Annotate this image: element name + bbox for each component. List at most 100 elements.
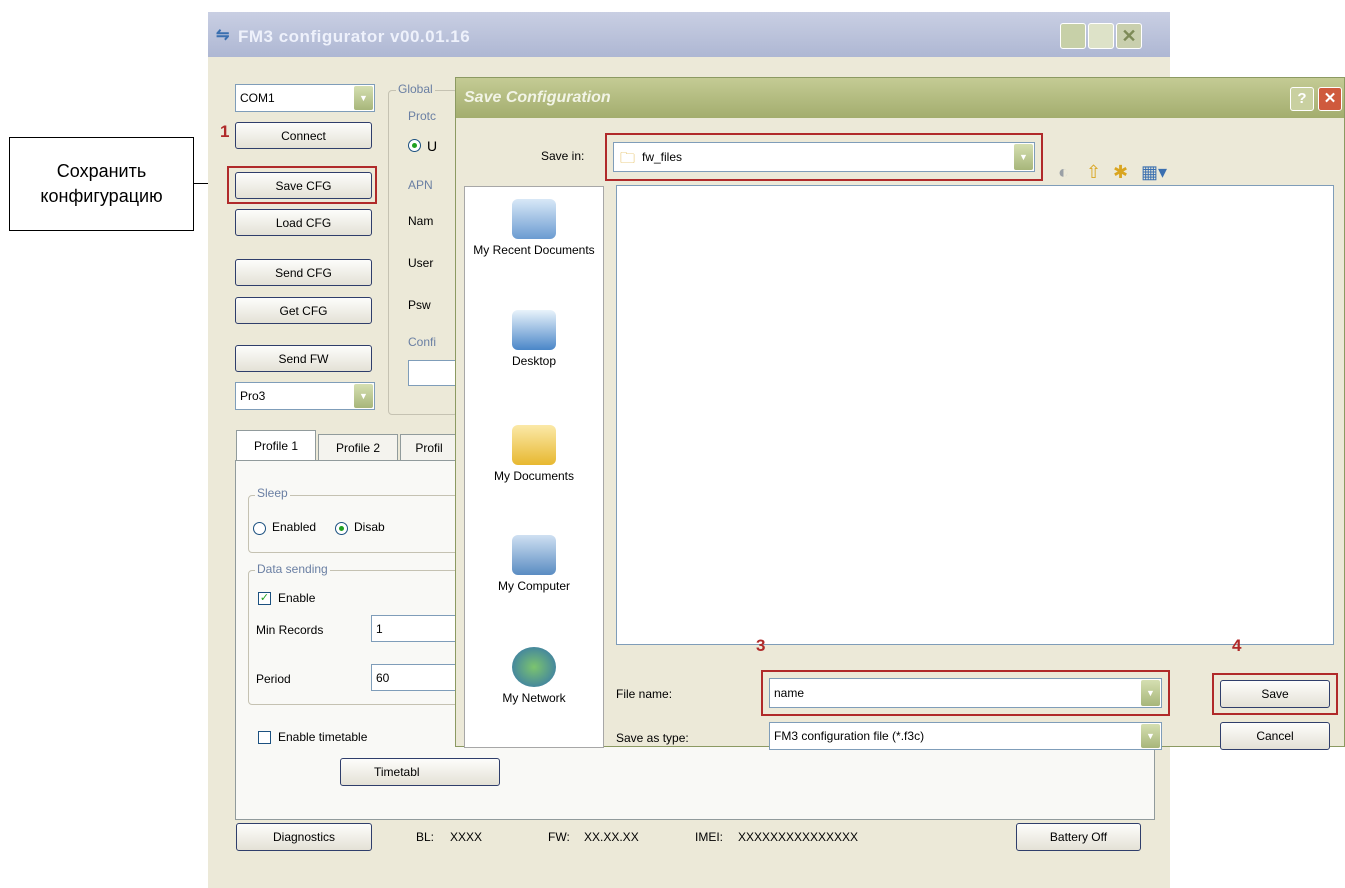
chevron-down-icon: ▼ xyxy=(354,384,373,408)
chevron-down-icon: ▼ xyxy=(1014,144,1033,170)
callout-connector xyxy=(194,183,208,184)
save-in-label: Save in: xyxy=(541,149,585,163)
maximize-button[interactable] xyxy=(1088,23,1114,49)
config-field[interactable] xyxy=(408,360,458,386)
file-name-input[interactable]: name ▼ xyxy=(769,678,1162,708)
file-list[interactable] xyxy=(616,185,1334,645)
dialog-close-icon[interactable]: ✕ xyxy=(1318,87,1342,111)
callout-note: Сохранить конфигурацию xyxy=(9,137,194,231)
fw-value: XX.XX.XX xyxy=(584,830,639,844)
bl-value: XXXX xyxy=(450,830,483,844)
data-sending-enable-label: Enable xyxy=(278,591,316,605)
place-my-network[interactable]: My Network xyxy=(465,647,603,705)
tab-profile-1[interactable]: Profile 1 xyxy=(236,430,316,460)
place-label: My Network xyxy=(502,691,566,705)
port-value: COM1 xyxy=(240,91,275,105)
place-my-documents[interactable]: My Documents xyxy=(465,425,603,483)
my-documents-icon xyxy=(512,425,556,465)
chevron-down-icon: ▼ xyxy=(1141,680,1160,706)
device-select[interactable]: Pro3 ▼ xyxy=(235,382,375,410)
tab-profile-2[interactable]: Profile 2 xyxy=(318,434,398,460)
data-sending-group-title: Data sending xyxy=(255,562,330,576)
sleep-disabled-label: Disab xyxy=(354,520,385,534)
port-select[interactable]: COM1 ▼ xyxy=(235,84,375,112)
desktop-icon xyxy=(512,310,556,350)
callout-line-2: конфигурацию xyxy=(40,186,163,206)
place-label: My Recent Documents xyxy=(473,243,595,257)
period-input[interactable]: 60 xyxy=(371,664,458,691)
recent-documents-icon xyxy=(512,199,556,239)
sleep-enabled-radio[interactable] xyxy=(253,522,266,535)
save-button[interactable]: Save xyxy=(1220,680,1330,708)
imei-value: XXXXXXXXXXXXXXX xyxy=(738,830,859,844)
folder-icon: 🗀 xyxy=(620,150,636,167)
save-as-type-label: Save as type: xyxy=(616,731,689,745)
enable-timetable-checkbox[interactable] xyxy=(258,731,271,744)
step-4-label: 4 xyxy=(1232,636,1242,655)
config-group-title: Confi xyxy=(406,335,439,349)
load-cfg-button[interactable]: Load CFG xyxy=(235,209,372,236)
sleep-disabled-radio[interactable] xyxy=(335,522,348,535)
up-folder-icon[interactable]: ⇧ xyxy=(1086,162,1101,183)
sleep-enabled-label: Enabled xyxy=(272,520,317,534)
data-sending-enable-checkbox[interactable]: ✓ xyxy=(258,592,271,605)
apn-name-label: Nam xyxy=(408,214,434,228)
cancel-button[interactable]: Cancel xyxy=(1220,722,1330,750)
global-group-title: Global xyxy=(396,82,435,96)
dialog-title: Save Configuration xyxy=(464,89,611,106)
place-label: My Computer xyxy=(497,579,571,593)
protocol-option-label: U xyxy=(427,138,438,154)
min-records-label: Min Records xyxy=(256,623,324,637)
fw-label: FW: xyxy=(548,830,570,844)
file-name-value: name xyxy=(774,686,805,700)
connect-button[interactable]: Connect xyxy=(235,122,372,149)
send-fw-button[interactable]: Send FW xyxy=(235,345,372,372)
main-window-title: FM3 configurator v00.01.16 xyxy=(238,27,471,46)
step-3-label: 3 xyxy=(756,636,766,655)
place-recent-documents[interactable]: My Recent Documents xyxy=(465,199,603,257)
send-cfg-button[interactable]: Send CFG xyxy=(235,259,372,286)
place-my-computer[interactable]: My Computer xyxy=(465,535,603,593)
protocol-radio[interactable] xyxy=(408,139,421,152)
my-computer-icon xyxy=(512,535,556,575)
save-in-value: fw_files xyxy=(642,150,683,164)
file-name-label: File name: xyxy=(616,687,673,701)
back-icon[interactable]: ◐ xyxy=(1058,162,1069,183)
new-folder-icon[interactable]: ✱ xyxy=(1113,162,1128,183)
app-icon: ⇋ xyxy=(216,27,230,44)
dialog-titlebar: Save Configuration ? ✕ xyxy=(456,78,1344,118)
apn-psw-label: Psw xyxy=(408,298,431,312)
place-desktop[interactable]: Desktop xyxy=(465,310,603,368)
battery-off-button[interactable]: Battery Off xyxy=(1016,823,1141,851)
place-label: Desktop xyxy=(511,354,557,368)
places-bar: My Recent Documents Desktop My Documents… xyxy=(464,186,604,748)
get-cfg-button[interactable]: Get CFG xyxy=(235,297,372,324)
close-icon[interactable]: ✕ xyxy=(1116,23,1142,49)
device-value: Pro3 xyxy=(240,389,266,403)
save-cfg-button[interactable]: Save CFG xyxy=(235,172,372,199)
place-label: My Documents xyxy=(493,469,575,483)
save-as-type-select[interactable]: FM3 configuration file (*.f3c) ▼ xyxy=(769,722,1162,750)
save-dialog: Save Configuration ? ✕ Save in: 🗀 fw_fil… xyxy=(455,77,1345,750)
chevron-down-icon: ▼ xyxy=(1141,724,1160,748)
enable-timetable-label: Enable timetable xyxy=(278,730,368,744)
minimize-button[interactable] xyxy=(1060,23,1086,49)
step-1-label: 1 xyxy=(220,122,230,141)
diagnostics-button[interactable]: Diagnostics xyxy=(236,823,372,851)
save-as-type-value: FM3 configuration file (*.f3c) xyxy=(774,729,925,743)
period-label: Period xyxy=(256,672,291,686)
protocol-group-title: Protc xyxy=(406,109,439,123)
chevron-down-icon: ▼ xyxy=(354,86,373,110)
save-in-select[interactable]: 🗀 fw_files ▼ xyxy=(613,142,1035,172)
timetable-button[interactable]: Timetabl xyxy=(340,758,500,786)
apn-user-label: User xyxy=(408,256,434,270)
help-icon[interactable]: ? xyxy=(1290,87,1314,111)
sleep-group-title: Sleep xyxy=(255,486,290,500)
callout-line-1: Сохранить xyxy=(56,161,147,181)
main-titlebar: ⇋ FM3 configurator v00.01.16 ✕ xyxy=(208,12,1170,57)
my-network-icon xyxy=(512,647,556,687)
min-records-input[interactable]: 1 xyxy=(371,615,458,642)
tab-profile-3[interactable]: Profil xyxy=(400,434,458,460)
view-menu-icon[interactable]: ▦▾ xyxy=(1141,162,1167,183)
apn-group-title: APN xyxy=(406,178,435,192)
